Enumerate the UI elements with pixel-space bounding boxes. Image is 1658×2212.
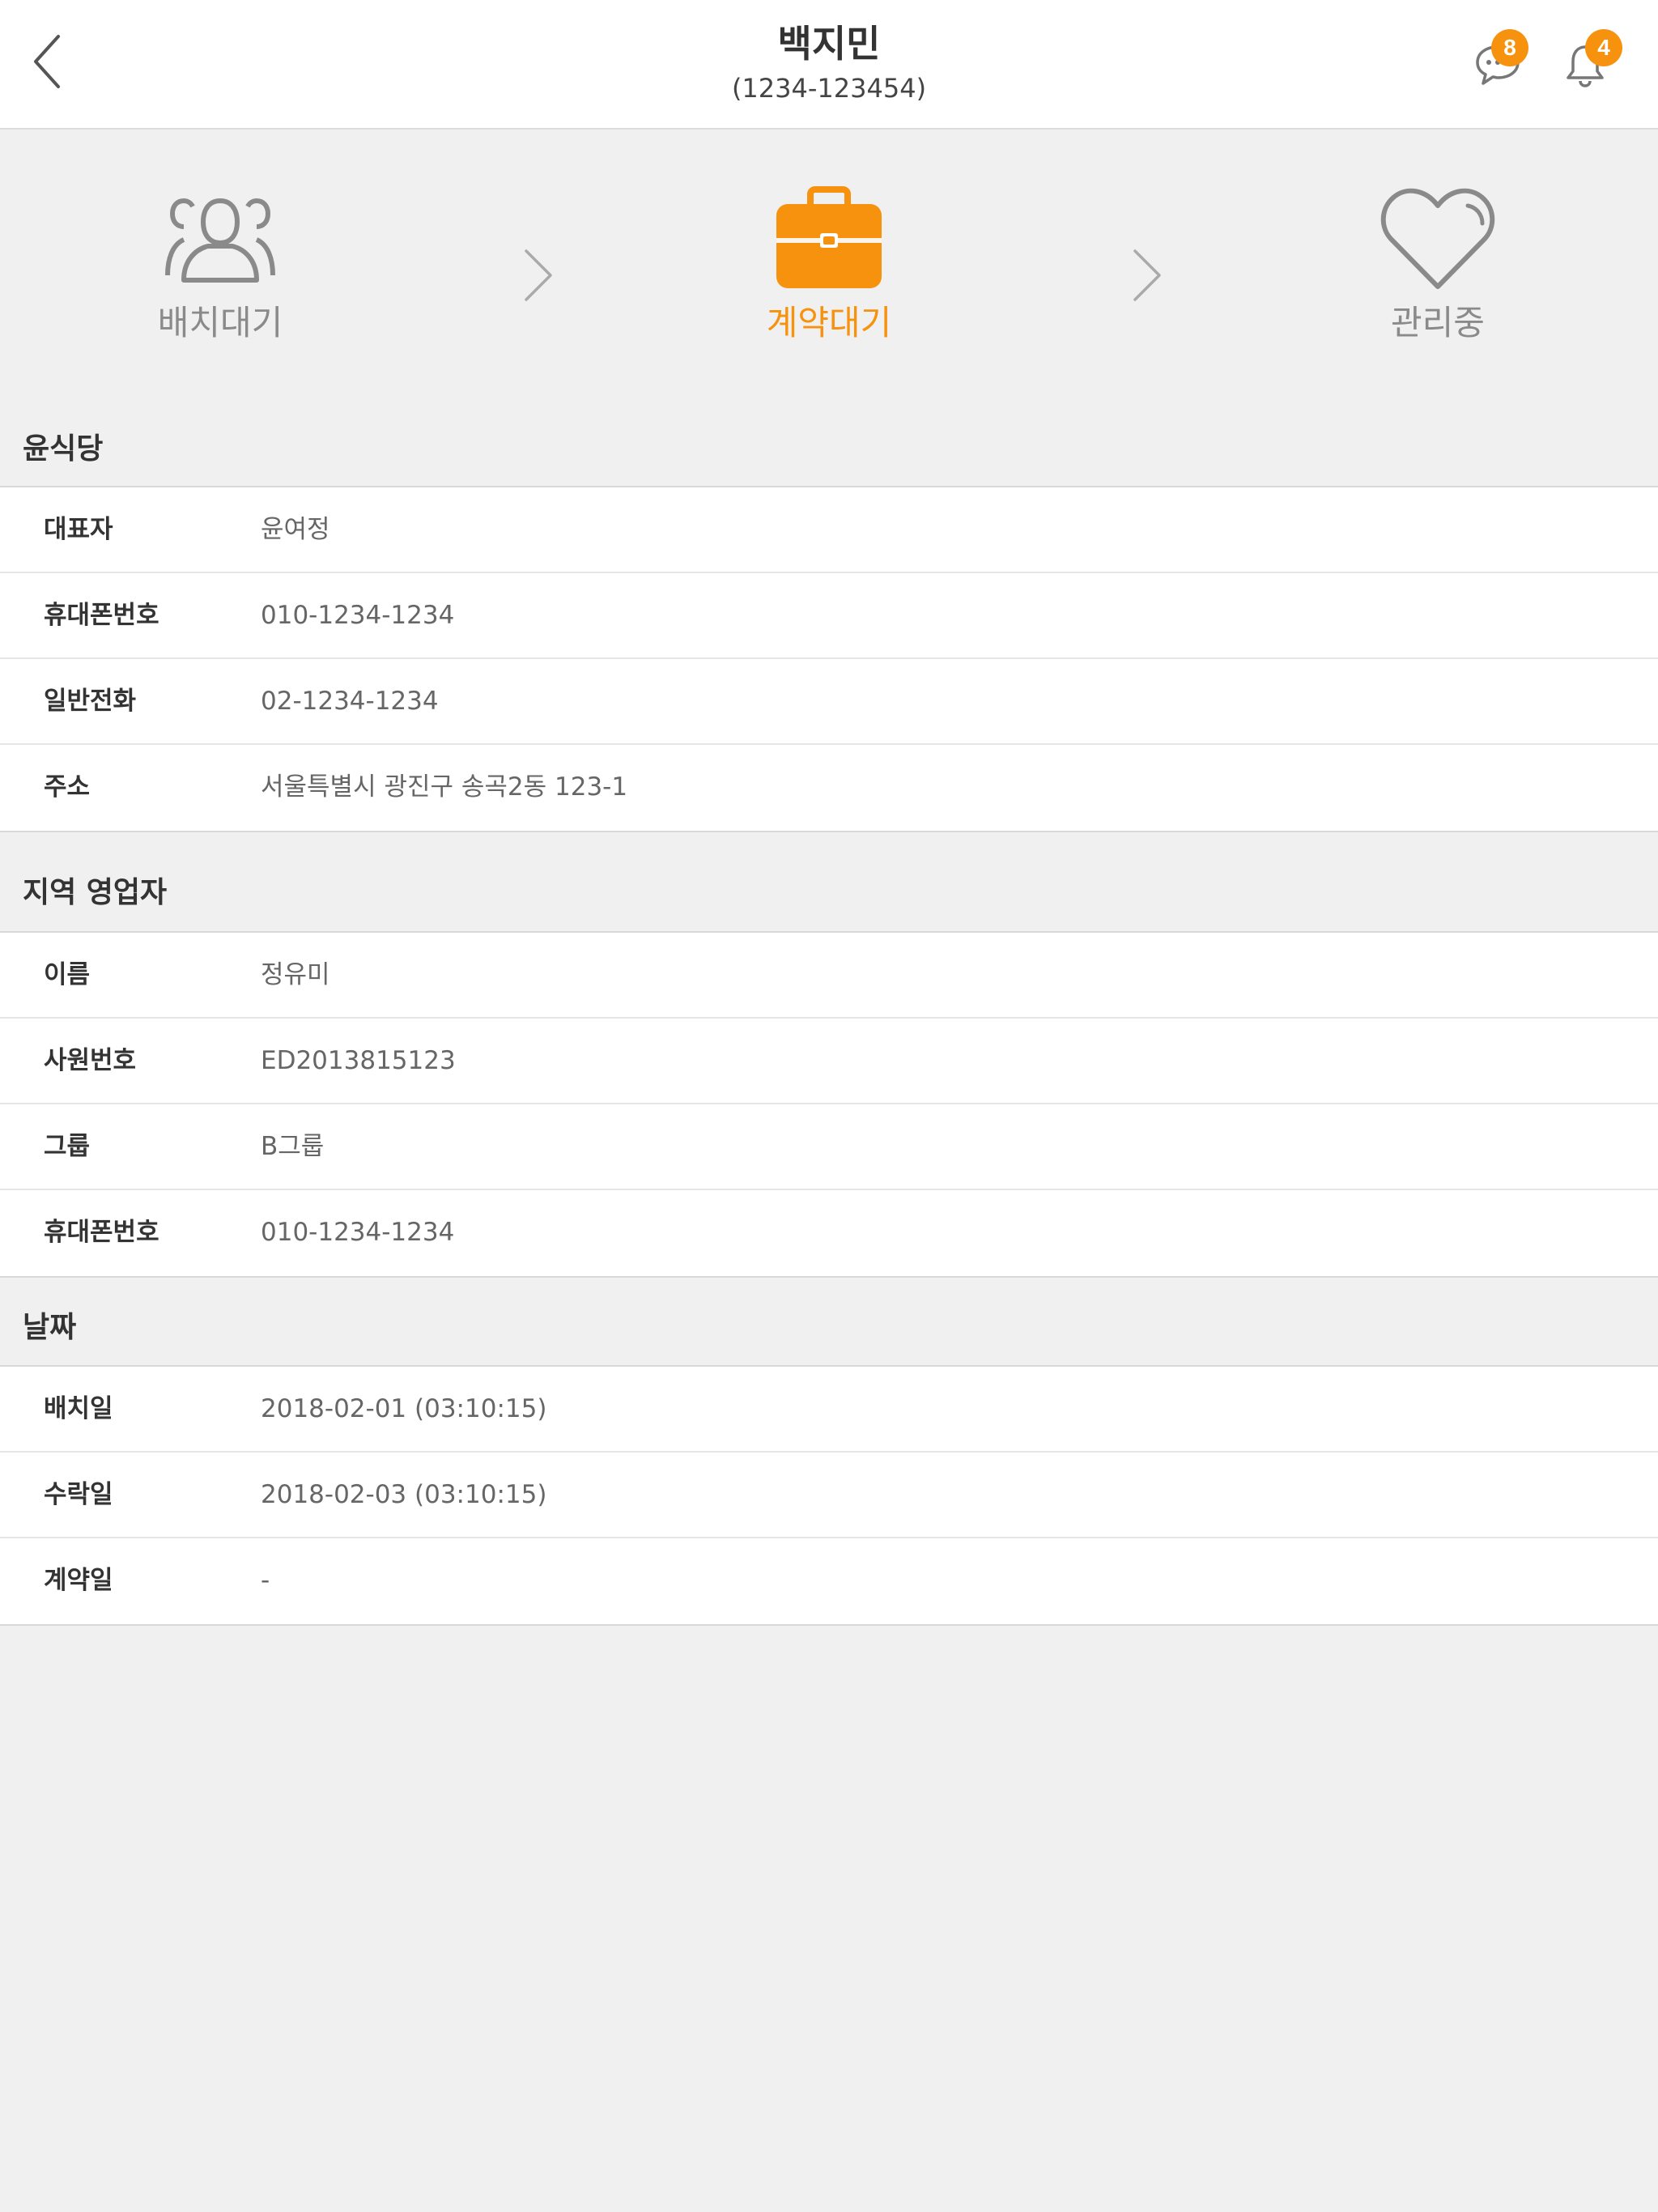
chevron-right-icon — [525, 249, 552, 301]
field-label: 휴대폰번호 — [44, 601, 159, 630]
section-title-sales: 지역 영업자 — [0, 832, 1658, 933]
list-item: 사원번호 ED2013815123 — [0, 1019, 1658, 1104]
list-item: 주소 서울특별시 광진구 송곡2동 123-1 — [0, 745, 1658, 831]
page-title: 백지민 — [777, 22, 881, 66]
field-value: B그룹 — [261, 1132, 325, 1161]
notification-count-badge: 4 — [1585, 29, 1622, 66]
sales-info-list: 이름 정유미 사원번호 ED2013815123 그룹 B그룹 휴대폰번호 01… — [0, 933, 1658, 1278]
list-item: 계약일 - — [0, 1538, 1658, 1624]
list-item: 이름 정유미 — [0, 933, 1658, 1019]
page-subtitle: (1234-123454) — [731, 73, 927, 104]
field-value: 2018-02-03 (03:10:15) — [261, 1480, 547, 1509]
field-label: 대표자 — [44, 515, 113, 544]
field-value: - — [261, 1566, 270, 1595]
briefcase-icon — [776, 186, 882, 288]
list-item: 휴대폰번호 010-1234-1234 — [0, 1190, 1658, 1276]
field-value: ED2013815123 — [261, 1046, 456, 1075]
list-item: 수락일 2018-02-03 (03:10:15) — [0, 1453, 1658, 1538]
field-label: 계약일 — [44, 1566, 113, 1595]
field-label: 그룹 — [44, 1132, 91, 1161]
store-info-list: 대표자 윤여정 휴대폰번호 010-1234-1234 일반전화 02-1234… — [0, 487, 1658, 832]
section-title-dates: 날짜 — [0, 1278, 1658, 1367]
list-item: 일반전화 02-1234-1234 — [0, 659, 1658, 745]
step-label: 관리중 — [1391, 303, 1485, 342]
dates-info-list: 배치일 2018-02-01 (03:10:15) 수락일 2018-02-03… — [0, 1367, 1658, 1626]
field-label: 이름 — [44, 960, 91, 989]
heart-icon — [1380, 188, 1495, 289]
section-title-store: 윤식당 — [0, 413, 1658, 487]
list-item: 그룹 B그룹 — [0, 1104, 1658, 1190]
field-label: 주소 — [44, 772, 91, 802]
field-label: 일반전화 — [44, 687, 137, 716]
field-label: 배치일 — [44, 1394, 113, 1423]
field-value: 서울특별시 광진구 송곡2동 123-1 — [261, 772, 628, 802]
notification-button[interactable]: 4 — [1553, 29, 1626, 102]
field-value: 2018-02-01 (03:10:15) — [261, 1394, 547, 1423]
list-item: 배치일 2018-02-01 (03:10:15) — [0, 1367, 1658, 1453]
field-value: 윤여정 — [261, 515, 330, 544]
chat-button[interactable]: 8 — [1465, 29, 1538, 102]
list-item: 휴대폰번호 010-1234-1234 — [0, 573, 1658, 659]
field-label: 휴대폰번호 — [44, 1218, 159, 1247]
field-value: 010-1234-1234 — [261, 601, 455, 630]
chat-count-badge: 8 — [1491, 29, 1528, 66]
users-icon — [165, 198, 275, 283]
step-label: 계약대기 — [766, 303, 892, 342]
chevron-right-icon — [1133, 249, 1161, 301]
step-managing[interactable]: 관리중 — [1308, 186, 1567, 345]
step-waiting-assignment[interactable]: 배치대기 — [91, 186, 350, 345]
step-label: 배치대기 — [157, 303, 283, 342]
field-value: 정유미 — [261, 960, 330, 989]
field-label: 수락일 — [44, 1480, 113, 1509]
status-steps: 배치대기 계약대기 관리중 — [0, 130, 1658, 397]
list-item: 대표자 윤여정 — [0, 487, 1658, 573]
top-bar: 백지민 (1234-123454) 8 4 — [0, 0, 1658, 130]
field-value: 010-1234-1234 — [261, 1218, 455, 1247]
field-value: 02-1234-1234 — [261, 687, 439, 716]
step-waiting-contract[interactable]: 계약대기 — [699, 186, 959, 345]
field-label: 사원번호 — [44, 1046, 137, 1075]
